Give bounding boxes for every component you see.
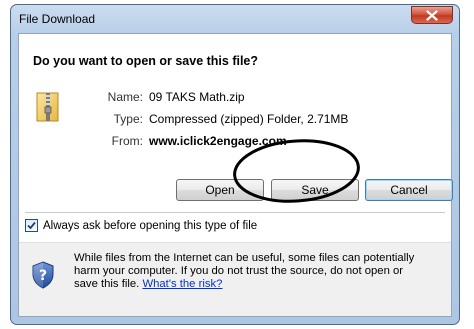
file-name-value: 09 TAKS Math.zip	[149, 90, 245, 104]
close-button[interactable]	[411, 6, 453, 24]
file-name-label: Name:	[107, 90, 143, 104]
warning-line-3: save this file. What's the risk?	[74, 278, 222, 291]
zip-folder-icon	[36, 92, 59, 122]
file-type-label: Type:	[113, 112, 143, 126]
warning-line-1: While files from the Internet can be use…	[74, 252, 415, 264]
open-button[interactable]: Open	[176, 179, 264, 201]
divider	[25, 212, 445, 213]
file-type-value: Compressed (zipped) Folder, 2.71MB	[149, 112, 349, 126]
shield-question-icon: ?	[32, 261, 54, 289]
file-from-value: www.iclick2engage.com	[149, 134, 287, 148]
warning-line-3-text: save this file.	[74, 278, 140, 290]
title-bar[interactable]: File Download	[11, 5, 459, 33]
window-title: File Download	[19, 12, 96, 26]
dialog-question: Do you want to open or save this file?	[33, 54, 259, 68]
whats-the-risk-link[interactable]: What's the risk?	[142, 278, 222, 290]
file-info-panel: Do you want to open or save this file? N…	[19, 34, 453, 212]
warning-line-2: harm your computer. If you do not trust …	[74, 265, 404, 277]
file-download-dialog: File Download Do you want to open or sav…	[10, 4, 460, 325]
file-from-label: From:	[111, 134, 143, 148]
cancel-button[interactable]: Cancel	[365, 179, 453, 201]
always-ask-label: Always ask before opening this type of f…	[43, 220, 258, 232]
security-warning-panel: ? While files from the Internet can be u…	[19, 242, 451, 316]
dialog-body: Do you want to open or save this file? N…	[18, 33, 453, 317]
always-ask-checkbox[interactable]	[25, 219, 38, 232]
close-icon	[426, 9, 438, 21]
svg-text:?: ?	[39, 268, 47, 284]
checkmark-icon	[27, 221, 36, 230]
save-button[interactable]: Save	[271, 179, 359, 201]
